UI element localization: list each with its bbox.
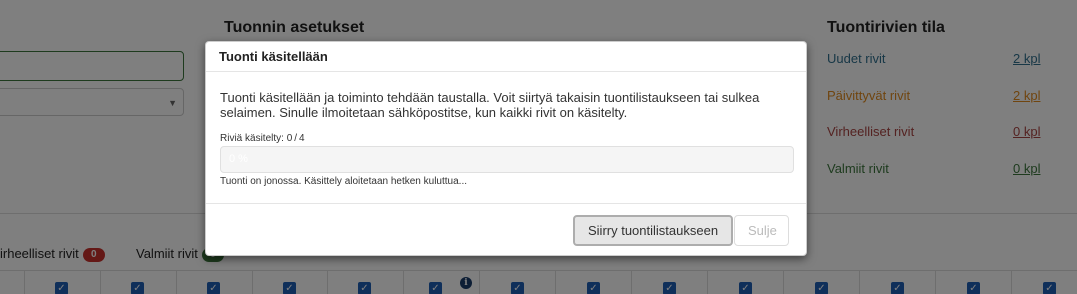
dialog-message: Tuonti käsitellään ja toiminto tehdään t…: [220, 90, 760, 120]
dialog-body: Tuonti käsitellään ja toiminto tehdään t…: [206, 72, 806, 187]
progress-label: Riviä käsitelty: 0/4: [220, 133, 305, 144]
import-processing-dialog: Tuonti käsitellään Tuonti käsitellään ja…: [205, 41, 807, 256]
close-button[interactable]: Sulje: [734, 215, 789, 246]
go-to-import-list-button[interactable]: Siirry tuontilistaukseen: [573, 215, 734, 246]
queue-status-note: Tuonti on jonossa. Käsittely aloitetaan …: [220, 176, 468, 187]
progress-bar-track: 0 %: [220, 146, 794, 173]
progress-total-count: 4: [299, 133, 305, 144]
dialog-footer: Siirry tuontilistaukseen Sulje: [206, 203, 806, 257]
progress-label-text: Riviä käsitelty:: [220, 133, 284, 144]
dialog-header: Tuonti käsitellään: [206, 42, 806, 72]
dialog-title: Tuonti käsitellään: [219, 49, 328, 64]
progress-percent-text: 0 %: [229, 153, 248, 165]
